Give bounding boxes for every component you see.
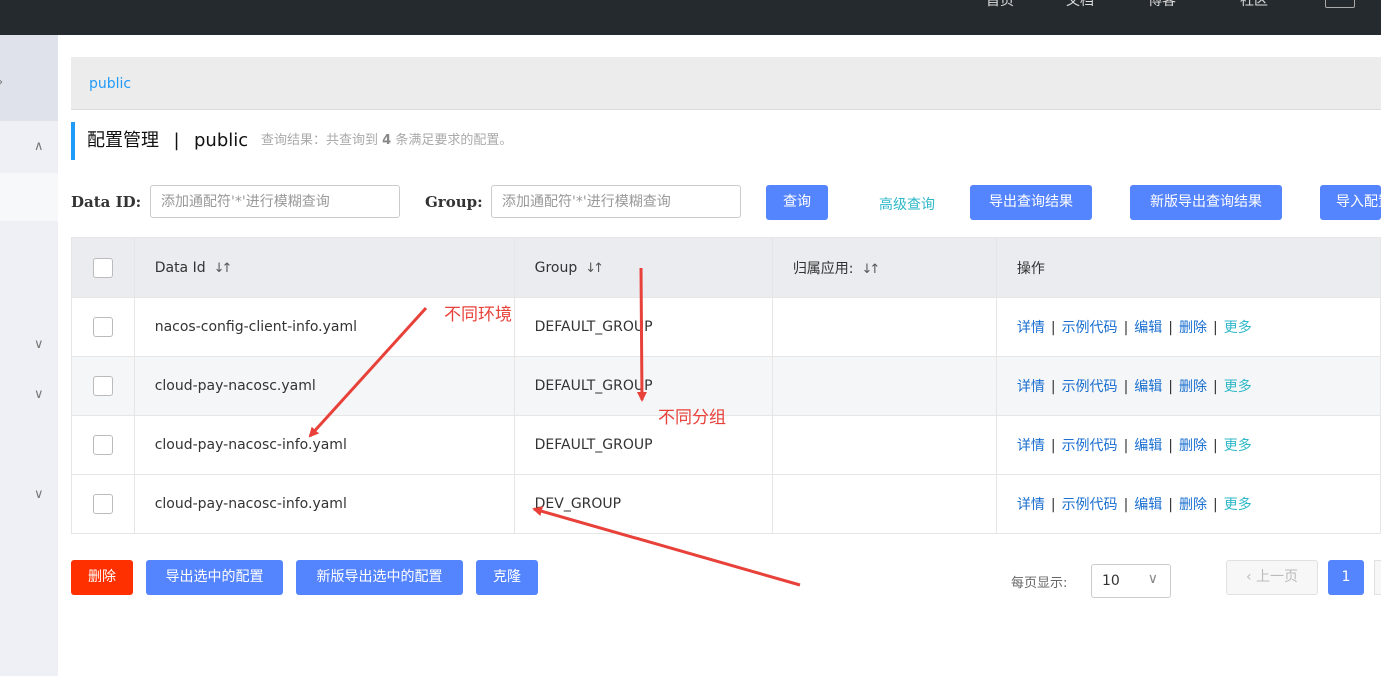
detail-link[interactable]: 详情 <box>1017 497 1045 513</box>
detail-link[interactable]: 详情 <box>1017 438 1045 454</box>
edit-link[interactable]: 编辑 <box>1134 320 1162 336</box>
more-link[interactable]: 更多 <box>1224 438 1252 454</box>
delete-link[interactable]: 删除 <box>1179 438 1207 454</box>
nav-home[interactable]: 首页 <box>986 0 1014 10</box>
row-group: DEV_GROUP <box>534 496 622 512</box>
row-checkbox[interactable] <box>92 435 113 455</box>
export-selected-button[interactable]: 导出选中的配置 <box>146 560 283 595</box>
chevron-down-icon[interactable]: ∨ <box>34 487 44 502</box>
delete-link[interactable]: 删除 <box>1179 497 1207 513</box>
row-operations: 详情 | 示例代码 | 编辑 | 删除 | 更多 <box>1016 497 1252 513</box>
table-row: cloud-pay-nacosc-info.yaml DEV_GROUP 详情 |… <box>71 474 1381 534</box>
namespace-link-public[interactable]: public <box>89 76 131 92</box>
row-app <box>773 319 793 335</box>
chevron-down-icon[interactable]: ∨ <box>34 337 44 352</box>
group-search-input[interactable] <box>491 185 741 218</box>
row-dataid: cloud-pay-nacosc-info.yaml <box>154 437 347 453</box>
chevron-left-icon: ‹ <box>1245 569 1257 585</box>
row-checkbox[interactable] <box>92 494 113 514</box>
delete-link[interactable]: 删除 <box>1179 379 1207 395</box>
more-link[interactable]: 更多 <box>1224 497 1252 513</box>
row-app <box>773 496 793 512</box>
title-separator: | <box>173 130 180 151</box>
export-results-new-button[interactable]: 新版导出查询结果 <box>1130 185 1282 220</box>
page-size-label: 每页显示: <box>1011 576 1068 591</box>
chevron-up-icon[interactable]: ∧ <box>34 139 44 154</box>
chevron-down-icon[interactable]: ∨ <box>34 387 44 402</box>
namespace-bar: public <box>71 57 1381 110</box>
row-checkbox[interactable] <box>92 376 113 396</box>
row-operations: 详情 | 示例代码 | 编辑 | 删除 | 更多 <box>1016 438 1252 454</box>
row-operations: 详情 | 示例代码 | 编辑 | 删除 | 更多 <box>1016 379 1252 395</box>
edit-link[interactable]: 编辑 <box>1134 497 1162 513</box>
sort-icon[interactable]: ↓↑ <box>585 261 604 276</box>
next-page-button[interactable] <box>1374 560 1381 595</box>
sample-code-link[interactable]: 示例代码 <box>1062 379 1118 395</box>
more-link[interactable]: 更多 <box>1224 320 1252 336</box>
sidebar: › ∧ ∨ ∨ ∨ <box>0 35 58 676</box>
clone-button[interactable]: 克隆 <box>476 560 538 595</box>
row-group: DEFAULT_GROUP <box>534 319 653 335</box>
detail-link[interactable]: 详情 <box>1017 379 1045 395</box>
select-all-cell <box>71 237 135 298</box>
advanced-query-link[interactable]: 高级查询 <box>879 194 935 214</box>
language-toggle-button[interactable] <box>1325 0 1355 8</box>
col-dataid[interactable]: Data Id ↓↑ <box>133 237 515 298</box>
sidebar-arrow-icon[interactable]: › <box>0 75 3 90</box>
row-app <box>773 378 793 394</box>
delete-link[interactable]: 删除 <box>1179 320 1207 336</box>
row-dataid: nacos-config-client-info.yaml <box>154 319 358 335</box>
dataid-label: Data ID: <box>71 193 142 211</box>
delete-selected-button[interactable]: 删除 <box>71 560 133 595</box>
page-title-text: 配置管理 <box>87 130 159 151</box>
table-row: nacos-config-client-info.yaml DEFAULT_GR… <box>71 297 1381 357</box>
more-link[interactable]: 更多 <box>1224 379 1252 395</box>
query-button[interactable]: 查询 <box>766 185 828 220</box>
select-all-checkbox[interactable] <box>92 257 113 278</box>
sample-code-link[interactable]: 示例代码 <box>1062 438 1118 454</box>
sidebar-item-selected[interactable] <box>0 173 58 221</box>
col-ops: 操作 <box>995 237 1381 298</box>
col-app[interactable]: 归属应用: ↓↑ <box>771 237 997 298</box>
row-group: DEFAULT_GROUP <box>534 378 653 394</box>
sidebar-header <box>0 35 58 121</box>
top-navbar: 首页 文档 博客 社区 <box>0 0 1381 35</box>
row-operations: 详情 | 示例代码 | 编辑 | 删除 | 更多 <box>1016 320 1252 336</box>
nav-docs[interactable]: 文档 <box>1066 0 1094 10</box>
chevron-down-icon: ∨ <box>1147 571 1158 587</box>
row-dataid: cloud-pay-nacosc-info.yaml <box>154 496 347 512</box>
dataid-search-input[interactable] <box>150 185 400 218</box>
page-size-select[interactable]: 10 ∨ <box>1091 564 1171 598</box>
row-group: DEFAULT_GROUP <box>534 437 653 453</box>
annotation-different-group: 不同分组 <box>658 408 726 428</box>
detail-link[interactable]: 详情 <box>1017 320 1045 336</box>
col-group[interactable]: Group ↓↑ <box>513 237 773 298</box>
config-table: Data Id ↓↑ Group ↓↑ 归属应用: ↓↑ 操作 nacos-confi… <box>71 237 1381 534</box>
query-result-summary: 查询结果：共查询到 4 条满足要求的配置。 <box>261 133 513 148</box>
page-size-value: 10 <box>1102 573 1120 589</box>
edit-link[interactable]: 编辑 <box>1134 379 1162 395</box>
page-title: 配置管理 | public 查询结果：共查询到 4 条满足要求的配置。 <box>71 122 512 160</box>
row-checkbox[interactable] <box>92 317 113 337</box>
sample-code-link[interactable]: 示例代码 <box>1062 497 1118 513</box>
table-row: cloud-pay-nacosc-info.yaml DEFAULT_GROUP… <box>71 415 1381 475</box>
page-1-button[interactable]: 1 <box>1328 560 1364 595</box>
sort-icon[interactable]: ↓↑ <box>214 261 233 276</box>
prev-page-button[interactable]: ‹ 上一页 <box>1226 560 1318 595</box>
row-dataid: cloud-pay-nacosc.yaml <box>154 378 316 394</box>
table-header-row: Data Id ↓↑ Group ↓↑ 归属应用: ↓↑ 操作 <box>71 237 1381 298</box>
annotation-different-env: 不同环境 <box>444 305 512 325</box>
title-namespace: public <box>193 130 249 151</box>
nav-blog[interactable]: 博客 <box>1148 0 1176 10</box>
edit-link[interactable]: 编辑 <box>1134 438 1162 454</box>
export-selected-new-button[interactable]: 新版导出选中的配置 <box>296 560 463 595</box>
nav-community[interactable]: 社区 <box>1240 0 1268 10</box>
sample-code-link[interactable]: 示例代码 <box>1062 320 1118 336</box>
group-label: Group: <box>425 193 483 211</box>
export-results-button[interactable]: 导出查询结果 <box>970 185 1092 220</box>
import-config-button[interactable]: 导入配置 <box>1320 185 1381 220</box>
sort-icon[interactable]: ↓↑ <box>862 262 881 277</box>
row-app <box>773 437 793 453</box>
table-row: cloud-pay-nacosc.yaml DEFAULT_GROUP 详情 | 示… <box>71 356 1381 416</box>
